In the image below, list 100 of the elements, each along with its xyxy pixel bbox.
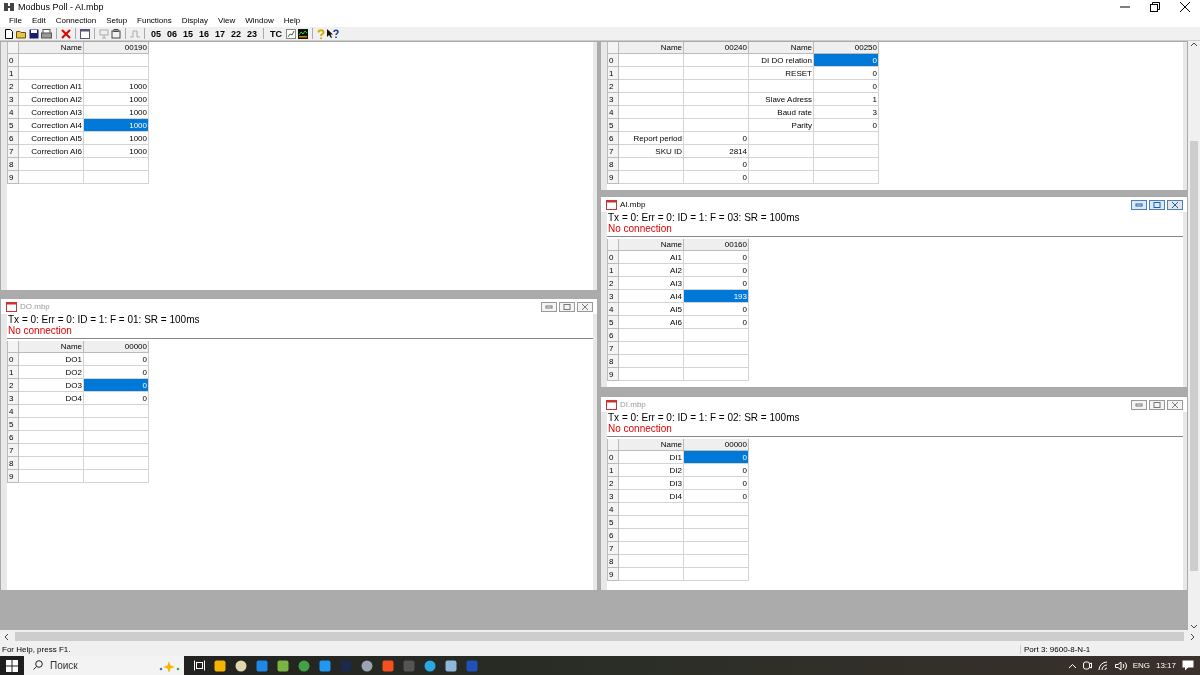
tc-button[interactable]: TC — [268, 28, 285, 39]
chevron-down-icon[interactable] — [1190, 624, 1198, 630]
chevron-right-icon[interactable] — [1190, 632, 1196, 641]
maximize-button[interactable] — [1149, 399, 1165, 410]
app-icon[interactable] — [382, 659, 394, 672]
camera-icon[interactable] — [1082, 660, 1092, 671]
new-file-icon[interactable] — [4, 28, 14, 39]
value-cell[interactable]: 0 — [684, 477, 749, 490]
function-code-button[interactable]: 05 — [149, 28, 163, 39]
value-cell[interactable] — [684, 355, 749, 368]
value-cell[interactable]: 0 — [684, 490, 749, 503]
speaker-icon[interactable] — [1114, 660, 1127, 671]
clock[interactable]: 13:17 — [1155, 661, 1176, 670]
value-cell[interactable] — [684, 568, 749, 581]
value-cell[interactable]: 193 — [684, 290, 749, 303]
value-cell[interactable] — [684, 119, 749, 132]
value-cell[interactable]: 0 — [814, 67, 879, 80]
value-cell[interactable]: 0 — [684, 171, 749, 184]
maximize-button[interactable] — [559, 301, 575, 312]
minimize-button[interactable] — [1131, 199, 1147, 210]
value-cell[interactable] — [84, 171, 149, 184]
value-cell[interactable]: 0 — [814, 119, 879, 132]
disconnect-icon[interactable] — [111, 28, 121, 39]
menu-item[interactable]: File — [4, 16, 27, 25]
value-cell[interactable] — [684, 93, 749, 106]
function-code-button[interactable]: 23 — [245, 28, 260, 39]
minimize-button[interactable] — [1131, 399, 1147, 410]
menu-item[interactable]: Help — [278, 16, 306, 25]
value-cell[interactable] — [684, 342, 749, 355]
maximize-button[interactable] — [1149, 199, 1165, 210]
value-cell[interactable] — [684, 80, 749, 93]
value-cell[interactable]: 1000 — [84, 145, 149, 158]
function-code-button[interactable]: 15 — [181, 28, 196, 39]
value-cell[interactable]: 0 — [684, 132, 749, 145]
value-cell[interactable] — [84, 158, 149, 171]
print-icon[interactable] — [41, 28, 52, 39]
value-cell[interactable] — [684, 542, 749, 555]
windows-start-icon[interactable] — [6, 659, 18, 672]
value-cell[interactable] — [684, 529, 749, 542]
app-icon[interactable] — [298, 659, 310, 672]
value-cell[interactable]: 1000 — [84, 80, 149, 93]
menu-item[interactable]: Display — [176, 16, 213, 25]
value-cell[interactable] — [814, 132, 879, 145]
value-cell[interactable] — [814, 171, 879, 184]
value-cell[interactable]: 0 — [684, 251, 749, 264]
menu-item[interactable]: Functions — [132, 16, 177, 25]
value-cell[interactable] — [84, 54, 149, 67]
save-icon[interactable] — [29, 28, 39, 39]
app-icon[interactable] — [277, 659, 289, 672]
value-cell[interactable]: 2814 — [684, 145, 749, 158]
value-cell[interactable] — [684, 516, 749, 529]
minimize-button[interactable] — [541, 301, 557, 312]
value-cell[interactable]: 0 — [814, 54, 879, 67]
function-code-button[interactable]: 22 — [229, 28, 244, 39]
value-cell[interactable]: 1 — [814, 93, 879, 106]
wifi-icon[interactable] — [1097, 660, 1109, 671]
value-cell[interactable]: 0 — [814, 80, 879, 93]
value-cell[interactable]: 0 — [84, 392, 149, 405]
value-cell[interactable]: 0 — [684, 316, 749, 329]
value-cell[interactable]: 0 — [684, 303, 749, 316]
value-cell[interactable] — [84, 431, 149, 444]
value-cell[interactable]: 0 — [84, 353, 149, 366]
value-cell[interactable]: 1000 — [84, 132, 149, 145]
function-code-button[interactable]: 17 — [213, 28, 228, 39]
value-cell[interactable] — [814, 158, 879, 171]
chevron-left-icon[interactable] — [3, 632, 9, 641]
value-cell[interactable] — [84, 67, 149, 80]
task-view-icon[interactable] — [194, 660, 205, 671]
value-cell[interactable] — [684, 54, 749, 67]
monitor-icon[interactable] — [298, 28, 309, 39]
grid-corner[interactable] — [607, 439, 619, 451]
value-cell[interactable] — [84, 457, 149, 470]
value-cell[interactable]: 0 — [684, 264, 749, 277]
grid-corner[interactable] — [607, 239, 619, 251]
value-cell[interactable] — [684, 67, 749, 80]
value-cell[interactable] — [684, 555, 749, 568]
value-cell[interactable] — [684, 106, 749, 119]
value-cell[interactable] — [684, 368, 749, 381]
value-cell[interactable] — [84, 444, 149, 457]
menu-item[interactable]: Setup — [101, 16, 133, 25]
menu-item[interactable]: View — [213, 16, 241, 25]
value-cell[interactable]: 3 — [814, 106, 879, 119]
pulse-icon[interactable] — [130, 28, 140, 39]
value-cell[interactable] — [84, 470, 149, 483]
value-cell[interactable] — [84, 418, 149, 431]
app-icon[interactable] — [445, 659, 457, 672]
value-cell[interactable] — [684, 503, 749, 516]
function-code-button[interactable]: 06 — [165, 28, 180, 39]
function-code-button[interactable]: 16 — [197, 28, 212, 39]
notification-icon[interactable] — [1182, 660, 1194, 671]
grid-corner[interactable] — [7, 341, 19, 353]
value-cell[interactable]: 1000 — [84, 119, 149, 132]
menu-item[interactable]: Window — [240, 16, 279, 25]
value-cell[interactable]: 0 — [684, 158, 749, 171]
value-cell[interactable]: 0 — [84, 379, 149, 392]
search-field[interactable]: Поиск — [24, 656, 184, 675]
context-help-icon[interactable] — [327, 28, 340, 39]
value-cell[interactable]: 0 — [684, 464, 749, 477]
menu-item[interactable]: Edit — [26, 16, 51, 25]
app-icon[interactable] — [319, 659, 331, 672]
